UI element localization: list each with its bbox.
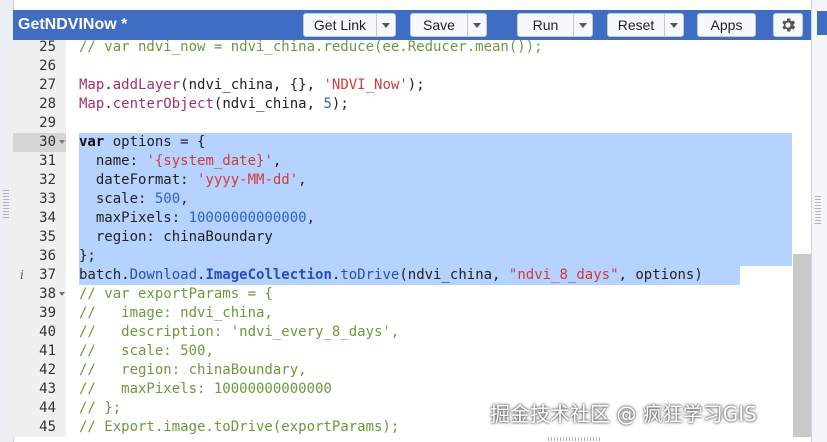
line-number: 27 bbox=[39, 77, 56, 93]
left-panel-edge bbox=[0, 0, 14, 442]
code-line: var options = { bbox=[79, 134, 206, 150]
script-title: GetNDVINow * bbox=[18, 16, 128, 33]
code-line: // maxPixels: 10000000000000 bbox=[79, 381, 332, 397]
code-line: // image: ndvi_china, bbox=[79, 305, 273, 321]
code-line: Map.addLayer(ndvi_china, {}, 'NDVI_Now')… bbox=[79, 77, 425, 93]
line-number: 29 bbox=[39, 115, 56, 131]
code-line: // description: 'ndvi_every_8_days', bbox=[79, 324, 400, 340]
code-line: // scale: 500, bbox=[79, 343, 214, 359]
line-number: 44 bbox=[39, 400, 56, 416]
save-button[interactable]: Save bbox=[410, 13, 487, 37]
line-number: 38 bbox=[39, 286, 56, 302]
reset-button[interactable]: Reset bbox=[607, 13, 684, 37]
line-number: 33 bbox=[39, 191, 56, 207]
run-dropdown-icon[interactable] bbox=[573, 14, 592, 36]
run-label: Run bbox=[532, 17, 559, 33]
save-dropdown-icon[interactable] bbox=[467, 14, 486, 36]
apps-button[interactable]: Apps bbox=[697, 13, 756, 37]
code-line: Map.centerObject(ndvi_china, 5); bbox=[79, 96, 349, 112]
vertical-scrollbar-thumb[interactable] bbox=[793, 254, 811, 437]
code-line: }; bbox=[79, 248, 96, 264]
line-number: 42 bbox=[39, 362, 56, 378]
line-number: 26 bbox=[39, 58, 56, 74]
left-resize-handle[interactable] bbox=[3, 190, 9, 220]
code-line: name: '{system_date}', bbox=[79, 153, 282, 169]
code-line: scale: 500, bbox=[79, 191, 189, 207]
line-number: 32 bbox=[39, 172, 56, 188]
get-link-label: Get Link bbox=[313, 17, 367, 33]
reset-label: Reset bbox=[617, 17, 655, 33]
editor-header: GetNDVINow * Get Link Save Run Reset App… bbox=[13, 10, 811, 40]
selection-band bbox=[79, 247, 792, 266]
line-number: 25 bbox=[39, 40, 56, 55]
line-number: 45 bbox=[39, 419, 56, 435]
line-number: 43 bbox=[39, 381, 56, 397]
gear-icon bbox=[782, 18, 796, 32]
line-number: 39 bbox=[39, 305, 56, 321]
reset-dropdown-icon[interactable] bbox=[664, 14, 683, 36]
code-line: dateFormat: 'yyyy-MM-dd', bbox=[79, 172, 307, 188]
fold-arrow-icon[interactable] bbox=[59, 140, 65, 144]
line-number: 35 bbox=[39, 229, 56, 245]
code-line: // var exportParams = { bbox=[79, 286, 273, 302]
code-line: maxPixels: 10000000000000, bbox=[79, 210, 316, 226]
get-link-button[interactable]: Get Link bbox=[303, 13, 396, 37]
line-number: 34 bbox=[39, 210, 56, 226]
right-panel-header bbox=[817, 11, 827, 35]
right-resize-handle[interactable] bbox=[815, 196, 821, 224]
settings-button[interactable] bbox=[773, 13, 803, 37]
watermark: 掘金技术社区 @ 疯狂学习GIS bbox=[490, 402, 757, 426]
code-editor[interactable]: 25 26 27 28 29 30 31 32 33 34 35 36 37 3… bbox=[13, 40, 811, 437]
apps-label: Apps bbox=[710, 17, 743, 33]
info-icon[interactable]: i bbox=[20, 266, 24, 285]
code-line: // region: chinaBoundary, bbox=[79, 362, 307, 378]
fold-arrow-icon[interactable] bbox=[59, 292, 65, 296]
line-number: 36 bbox=[39, 248, 56, 264]
code-line: // }; bbox=[79, 400, 122, 416]
line-number: 30 bbox=[39, 134, 56, 150]
run-button[interactable]: Run bbox=[517, 13, 593, 37]
line-number: 40 bbox=[39, 324, 56, 340]
save-label: Save bbox=[423, 17, 455, 33]
code-line: region: chinaBoundary bbox=[79, 229, 273, 245]
code-line: // Export.image.toDrive(exportParams); bbox=[79, 419, 400, 435]
code-line: batch.Download.ImageCollection.toDrive(n… bbox=[79, 267, 703, 283]
bottom-resize-handle[interactable] bbox=[548, 437, 602, 441]
line-number: 41 bbox=[39, 343, 56, 359]
line-number: 31 bbox=[39, 153, 56, 169]
code-line: // var ndvi_now = ndvi_china.reduce(ee.R… bbox=[79, 40, 543, 55]
line-number: 28 bbox=[39, 96, 56, 112]
get-link-dropdown-icon[interactable] bbox=[376, 14, 395, 36]
